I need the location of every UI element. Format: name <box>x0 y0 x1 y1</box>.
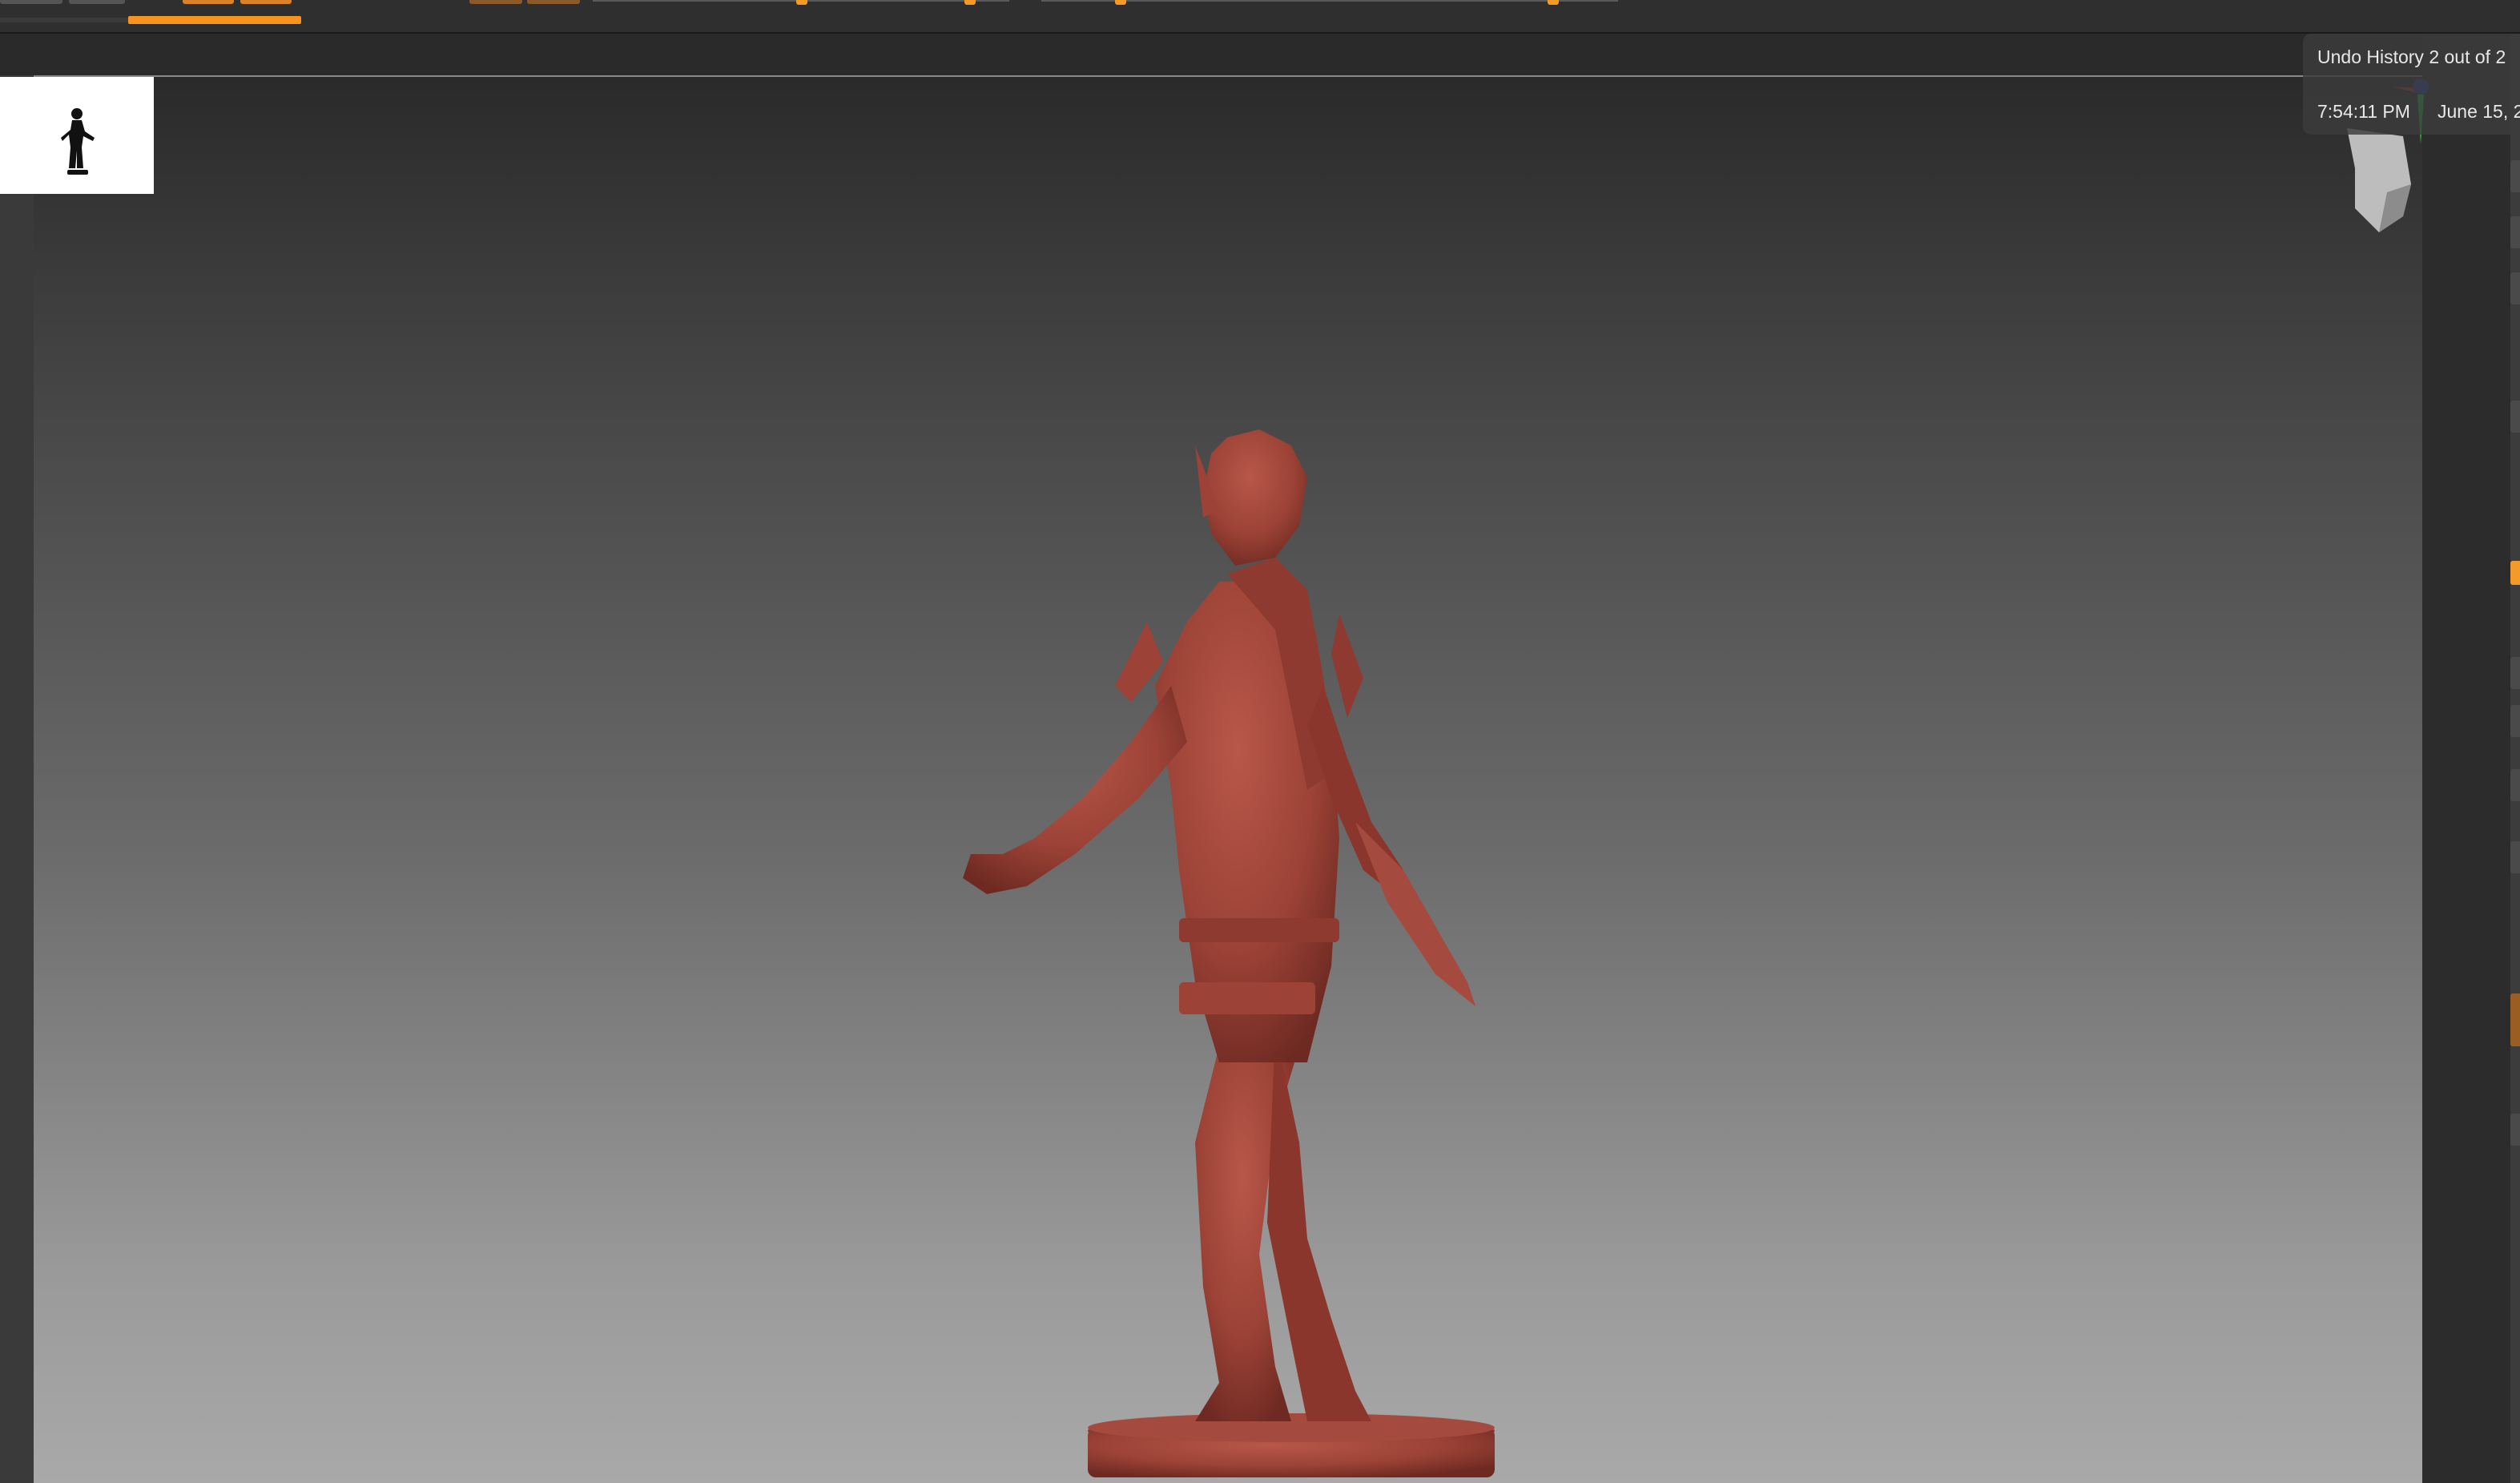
slider-knob[interactable] <box>964 0 976 5</box>
slider-knob[interactable] <box>1548 0 1559 5</box>
tray-button[interactable] <box>2510 401 2520 433</box>
sculpt-model[interactable] <box>955 421 1564 1483</box>
undo-history-time: 7:54:11 PM <box>2317 101 2410 122</box>
tray-button[interactable] <box>2510 160 2520 192</box>
tray-button[interactable] <box>2510 769 2520 801</box>
right-tray-edge <box>2510 34 2520 1483</box>
left-shelf <box>0 75 34 1483</box>
tab-strip <box>0 18 128 22</box>
toolbar-button-stub[interactable] <box>69 0 125 4</box>
toolbar-toggle-button[interactable] <box>469 0 522 4</box>
toolbar-button-stub[interactable] <box>0 0 62 4</box>
tray-button[interactable] <box>2510 705 2520 737</box>
3d-viewport[interactable] <box>34 77 2422 1483</box>
model-thumbnail[interactable] <box>0 77 154 194</box>
undo-history-date: June 15, 2 <box>2437 101 2520 122</box>
slider-knob[interactable] <box>1115 0 1126 5</box>
right-shelf <box>2422 34 2510 1483</box>
toolbar-toggle-button[interactable] <box>527 0 580 4</box>
top-toolbar <box>0 0 2520 34</box>
tray-button[interactable] <box>2510 841 2520 873</box>
zbrush-window: Undo History 2 out of 2 7:54:11 PM June … <box>0 0 2520 1483</box>
tray-toggle-button[interactable] <box>2510 993 2520 1046</box>
undo-history-tooltip: Undo History 2 out of 2 7:54:11 PM June … <box>2303 34 2520 135</box>
secondary-toolbar <box>0 34 2520 77</box>
tray-button[interactable] <box>2510 657 2520 689</box>
tray-button[interactable] <box>2510 216 2520 248</box>
undo-history-title: Undo History 2 out of 2 <box>2317 46 2506 67</box>
slider-knob[interactable] <box>796 0 807 5</box>
tray-button[interactable] <box>2510 1114 2520 1146</box>
figure-silhouette-icon <box>61 108 95 175</box>
toolbar-toggle-button[interactable] <box>240 0 292 4</box>
tray-button[interactable] <box>2510 272 2520 304</box>
toolbar-toggle-button[interactable] <box>183 0 234 4</box>
toolbar-slider[interactable] <box>1041 0 1618 2</box>
tray-toggle-button[interactable] <box>2510 561 2520 585</box>
active-tab-indicator[interactable] <box>128 16 301 24</box>
